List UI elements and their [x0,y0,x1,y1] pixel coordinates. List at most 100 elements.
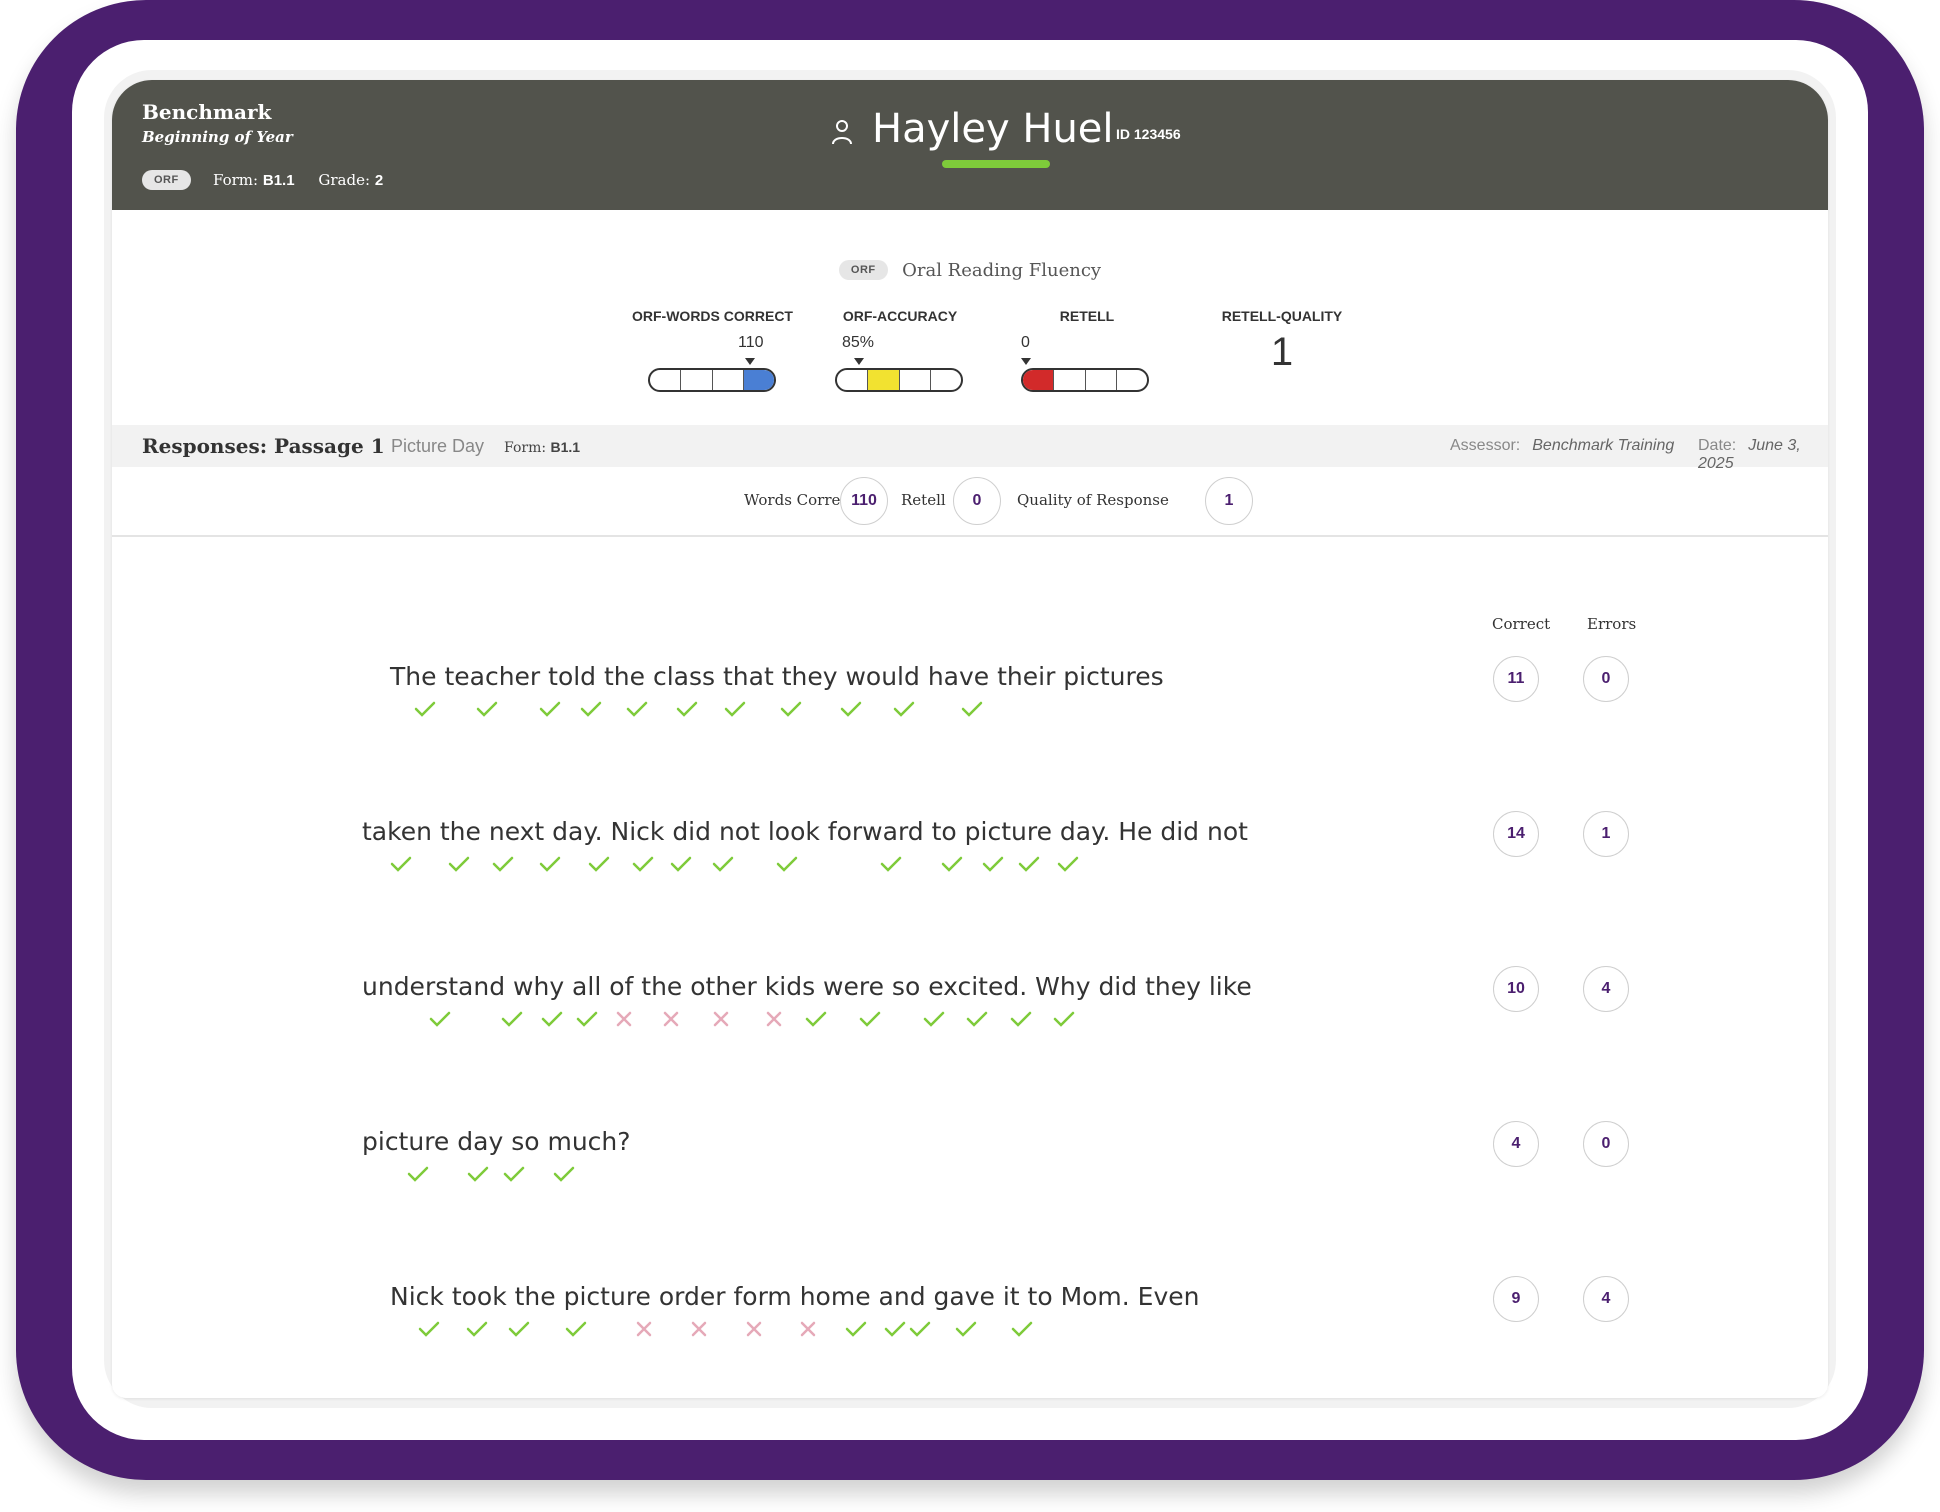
check-icon[interactable] [553,1165,575,1183]
check-icon[interactable] [805,1010,827,1028]
check-icon[interactable] [632,855,654,873]
check-icon[interactable] [467,1165,489,1183]
check-icon[interactable] [893,700,915,718]
metric-gauge [1021,368,1149,392]
check-icon[interactable] [466,1320,488,1338]
check-icon[interactable] [961,700,983,718]
check-icon[interactable] [909,1320,931,1338]
cross-icon[interactable] [633,1320,655,1338]
quality-label: Quality of Response [1017,491,1169,509]
passage-number: 1 [370,434,385,458]
line-1-errors[interactable]: 0 [1583,656,1629,702]
line-4-correct[interactable]: 4 [1493,1121,1539,1167]
form-label: Form: [213,171,259,189]
metric-orf-words-correct: ORF-WORDS CORRECT 110 [632,308,793,392]
retell-value[interactable]: 0 [953,477,1001,525]
check-icon[interactable] [501,1010,523,1028]
passage-name: Picture Day [391,436,485,456]
quality-value[interactable]: 1 [1205,477,1253,525]
check-icon[interactable] [884,1320,906,1338]
orf-badge: ORF [142,170,191,190]
check-icon[interactable] [955,1320,977,1338]
check-icon[interactable] [539,700,561,718]
responses-title-text: Responses: Passage [142,434,364,458]
metric-value: 85% [842,334,875,351]
student-id: ID 123456 [1116,126,1181,142]
check-icon[interactable] [414,700,436,718]
check-icon[interactable] [840,700,862,718]
check-icon[interactable] [724,700,746,718]
cross-icon[interactable] [743,1320,765,1338]
metric-gauge [835,368,963,392]
check-icon[interactable] [1053,1010,1075,1028]
check-icon[interactable] [492,855,514,873]
metric-value: 0 [1021,334,1030,351]
check-icon[interactable] [448,855,470,873]
metric-value: 110 [738,334,764,351]
check-icon[interactable] [1011,1320,1033,1338]
check-icon[interactable] [1010,1010,1032,1028]
line-5-errors[interactable]: 4 [1583,1276,1629,1322]
metric-pointer [854,358,864,365]
responses-title: Responses: Passage 1 [142,434,385,458]
grade-label: Grade: [318,171,371,189]
check-icon[interactable] [780,700,802,718]
cross-icon[interactable] [688,1320,710,1338]
check-icon[interactable] [1057,855,1079,873]
check-icon[interactable] [476,700,498,718]
check-icon[interactable] [539,855,561,873]
check-icon[interactable] [941,855,963,873]
passage-line-2: taken the next day. Nick did not look fo… [362,817,1248,846]
assessor-label: Assessor: [1450,437,1521,454]
form-grade-info: Form: B1.1 Grade: 2 [213,171,383,189]
errors-column-header: Errors [1587,615,1637,633]
check-icon[interactable] [580,700,602,718]
check-icon[interactable] [576,1010,598,1028]
check-icon[interactable] [429,1010,451,1028]
grade-value: 2 [374,172,384,189]
metric-label: RETELL [1059,308,1115,324]
check-icon[interactable] [982,855,1004,873]
check-icon[interactable] [670,855,692,873]
check-icon[interactable] [676,700,698,718]
metric-retell-quality: RETELL-QUALITY 1 [1212,308,1352,374]
form-value: B1.1 [262,172,295,189]
passage-line-3: understand why all of the other kids wer… [362,972,1252,1001]
line-3-errors[interactable]: 4 [1583,966,1629,1012]
check-icon[interactable] [923,1010,945,1028]
date-label: Date: [1698,437,1737,454]
check-icon[interactable] [845,1320,867,1338]
device-frame: Benchmark Beginning of Year ORF Form: B1… [16,0,1924,1480]
check-icon[interactable] [626,700,648,718]
check-icon[interactable] [588,855,610,873]
cross-icon[interactable] [763,1010,785,1028]
passage-line-1: The teacher told the class that they wou… [390,662,1164,691]
line-5-correct[interactable]: 9 [1493,1276,1539,1322]
cross-icon[interactable] [797,1320,819,1338]
check-icon[interactable] [508,1320,530,1338]
check-icon[interactable] [880,855,902,873]
line-2-correct[interactable]: 14 [1493,811,1539,857]
check-icon[interactable] [407,1165,429,1183]
check-icon[interactable] [541,1010,563,1028]
orf-section-name: Oral Reading Fluency [902,260,1102,281]
words-correct-value[interactable]: 110 [840,477,888,525]
passage-line-5: Nick took the picture order form home an… [390,1282,1200,1311]
passage-line-4: picture day so much? [362,1127,631,1156]
check-icon[interactable] [565,1320,587,1338]
check-icon[interactable] [859,1010,881,1028]
check-icon[interactable] [418,1320,440,1338]
line-3-correct[interactable]: 10 [1493,966,1539,1012]
check-icon[interactable] [712,855,734,873]
cross-icon[interactable] [660,1010,682,1028]
line-4-errors[interactable]: 0 [1583,1121,1629,1167]
line-2-errors[interactable]: 1 [1583,811,1629,857]
line-1-correct[interactable]: 11 [1493,656,1539,702]
check-icon[interactable] [776,855,798,873]
check-icon[interactable] [503,1165,525,1183]
check-icon[interactable] [966,1010,988,1028]
cross-icon[interactable] [613,1010,635,1028]
cross-icon[interactable] [710,1010,732,1028]
check-icon[interactable] [1018,855,1040,873]
check-icon[interactable] [390,855,412,873]
